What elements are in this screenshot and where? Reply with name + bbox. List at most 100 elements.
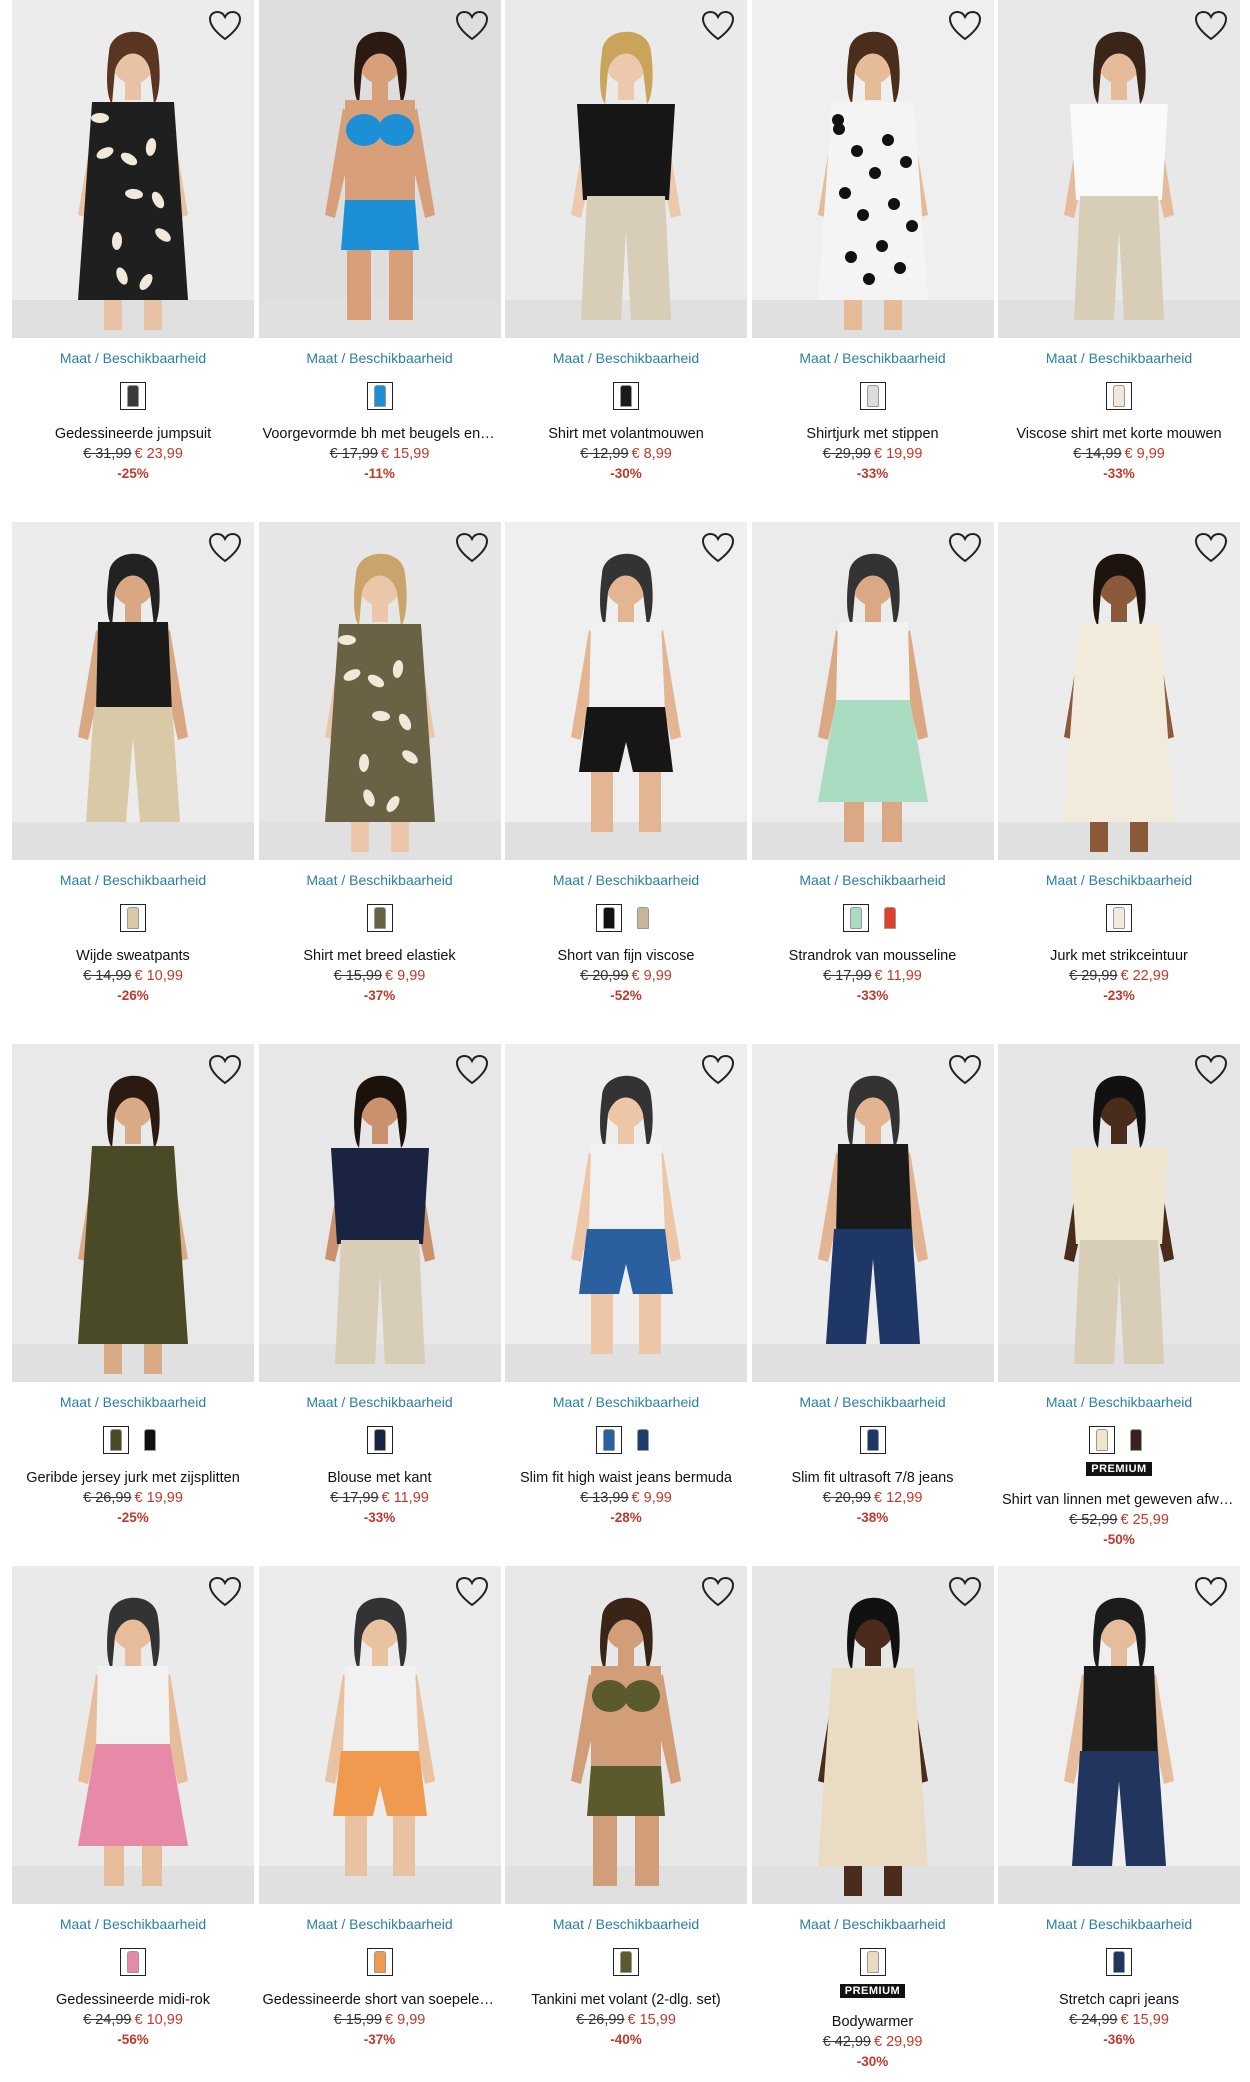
- product-name[interactable]: Blouse met kant: [259, 1468, 501, 1488]
- wishlist-heart-icon[interactable]: [208, 10, 242, 42]
- color-swatch[interactable]: [630, 1426, 656, 1454]
- product-image[interactable]: [751, 1044, 994, 1382]
- product-name[interactable]: Tankini met volant (2-dlg. set): [505, 1990, 747, 2010]
- color-swatch[interactable]: [1106, 904, 1132, 932]
- color-swatch[interactable]: [876, 904, 903, 932]
- color-swatch[interactable]: [596, 904, 622, 932]
- product-name[interactable]: Jurk met strikceintuur: [998, 946, 1240, 966]
- product-name[interactable]: Geribde jersey jurk met zijsplitten: [12, 1468, 254, 1488]
- size-availability-link[interactable]: Maat / Beschikbaarheid: [505, 1916, 747, 1932]
- product-name[interactable]: Shirt met breed elastiek: [259, 946, 501, 966]
- color-swatch[interactable]: [859, 1948, 886, 1976]
- color-swatch[interactable]: [859, 382, 886, 410]
- product-image[interactable]: [998, 522, 1240, 860]
- size-availability-link[interactable]: Maat / Beschikbaarheid: [998, 1394, 1240, 1410]
- size-availability-link[interactable]: Maat / Beschikbaarheid: [752, 872, 994, 888]
- wishlist-heart-icon[interactable]: [455, 10, 489, 42]
- product-name[interactable]: Shirtjurk met stippen: [752, 424, 994, 444]
- size-availability-link[interactable]: Maat / Beschikbaarheid: [752, 1394, 994, 1410]
- color-swatch[interactable]: [366, 1426, 393, 1454]
- size-availability-link[interactable]: Maat / Beschikbaarheid: [998, 1916, 1240, 1932]
- wishlist-heart-icon[interactable]: [455, 532, 489, 564]
- color-swatch[interactable]: [120, 382, 146, 410]
- product-image[interactable]: [998, 1044, 1240, 1382]
- product-image[interactable]: [258, 0, 501, 338]
- product-image[interactable]: [12, 1044, 254, 1382]
- wishlist-heart-icon[interactable]: [948, 1576, 982, 1608]
- wishlist-heart-icon[interactable]: [1194, 532, 1228, 564]
- product-name[interactable]: Stretch capri jeans: [998, 1990, 1240, 2010]
- color-swatch[interactable]: [1106, 1948, 1132, 1976]
- size-availability-link[interactable]: Maat / Beschikbaarheid: [752, 1916, 994, 1932]
- product-name[interactable]: Shirt van linnen met geweven afwe…: [998, 1490, 1240, 1510]
- wishlist-heart-icon[interactable]: [208, 1576, 242, 1608]
- product-name[interactable]: Gedessineerde jumpsuit: [12, 424, 254, 444]
- wishlist-heart-icon[interactable]: [948, 10, 982, 42]
- product-image[interactable]: [12, 1566, 254, 1904]
- wishlist-heart-icon[interactable]: [701, 1054, 735, 1086]
- color-swatch[interactable]: [366, 904, 393, 932]
- size-availability-link[interactable]: Maat / Beschikbaarheid: [259, 872, 501, 888]
- product-name[interactable]: Short van fijn viscose: [505, 946, 747, 966]
- size-availability-link[interactable]: Maat / Beschikbaarheid: [998, 350, 1240, 366]
- size-availability-link[interactable]: Maat / Beschikbaarheid: [12, 1916, 254, 1932]
- color-swatch[interactable]: [1123, 1426, 1149, 1454]
- color-swatch[interactable]: [366, 1948, 393, 1976]
- wishlist-heart-icon[interactable]: [948, 532, 982, 564]
- product-name[interactable]: Bodywarmer: [752, 2012, 994, 2032]
- product-image[interactable]: [258, 522, 501, 860]
- product-image[interactable]: [998, 1566, 1240, 1904]
- product-name[interactable]: Viscose shirt met korte mouwen: [998, 424, 1240, 444]
- product-image[interactable]: [505, 522, 747, 860]
- color-swatch[interactable]: [842, 904, 869, 932]
- size-availability-link[interactable]: Maat / Beschikbaarheid: [12, 350, 254, 366]
- product-name[interactable]: Wijde sweatpants: [12, 946, 254, 966]
- product-image[interactable]: [258, 1044, 501, 1382]
- size-availability-link[interactable]: Maat / Beschikbaarheid: [998, 872, 1240, 888]
- wishlist-heart-icon[interactable]: [1194, 1054, 1228, 1086]
- wishlist-heart-icon[interactable]: [455, 1054, 489, 1086]
- product-name[interactable]: Shirt met volantmouwen: [505, 424, 747, 444]
- product-image[interactable]: [998, 0, 1240, 338]
- wishlist-heart-icon[interactable]: [1194, 10, 1228, 42]
- product-image[interactable]: [505, 0, 747, 338]
- product-name[interactable]: Slim fit ultrasoft 7/8 jeans: [752, 1468, 994, 1488]
- color-swatch[interactable]: [366, 382, 393, 410]
- size-availability-link[interactable]: Maat / Beschikbaarheid: [12, 872, 254, 888]
- color-swatch[interactable]: [120, 904, 146, 932]
- wishlist-heart-icon[interactable]: [701, 532, 735, 564]
- wishlist-heart-icon[interactable]: [455, 1576, 489, 1608]
- size-availability-link[interactable]: Maat / Beschikbaarheid: [752, 350, 994, 366]
- color-swatch[interactable]: [596, 1426, 622, 1454]
- wishlist-heart-icon[interactable]: [208, 532, 242, 564]
- product-name[interactable]: Voorgevormde bh met beugels en g…: [259, 424, 501, 444]
- product-image[interactable]: [751, 0, 994, 338]
- wishlist-heart-icon[interactable]: [701, 1576, 735, 1608]
- color-swatch[interactable]: [103, 1426, 129, 1454]
- color-swatch[interactable]: [630, 904, 656, 932]
- product-name[interactable]: Gedessineerde short van soepele vi…: [259, 1990, 501, 2010]
- size-availability-link[interactable]: Maat / Beschikbaarheid: [505, 350, 747, 366]
- wishlist-heart-icon[interactable]: [1194, 1576, 1228, 1608]
- product-name[interactable]: Strandrok van mousseline: [752, 946, 994, 966]
- product-image[interactable]: [12, 0, 254, 338]
- color-swatch[interactable]: [1106, 382, 1132, 410]
- size-availability-link[interactable]: Maat / Beschikbaarheid: [12, 1394, 254, 1410]
- size-availability-link[interactable]: Maat / Beschikbaarheid: [505, 872, 747, 888]
- color-swatch[interactable]: [120, 1948, 146, 1976]
- color-swatch[interactable]: [613, 1948, 639, 1976]
- color-swatch[interactable]: [1089, 1426, 1115, 1454]
- color-swatch[interactable]: [613, 382, 639, 410]
- color-swatch[interactable]: [859, 1426, 886, 1454]
- product-image[interactable]: [751, 522, 994, 860]
- size-availability-link[interactable]: Maat / Beschikbaarheid: [259, 1394, 501, 1410]
- size-availability-link[interactable]: Maat / Beschikbaarheid: [259, 350, 501, 366]
- wishlist-heart-icon[interactable]: [701, 10, 735, 42]
- wishlist-heart-icon[interactable]: [208, 1054, 242, 1086]
- size-availability-link[interactable]: Maat / Beschikbaarheid: [259, 1916, 501, 1932]
- wishlist-heart-icon[interactable]: [948, 1054, 982, 1086]
- product-name[interactable]: Gedessineerde midi-rok: [12, 1990, 254, 2010]
- product-image[interactable]: [505, 1044, 747, 1382]
- product-image[interactable]: [12, 522, 254, 860]
- product-image[interactable]: [751, 1566, 994, 1904]
